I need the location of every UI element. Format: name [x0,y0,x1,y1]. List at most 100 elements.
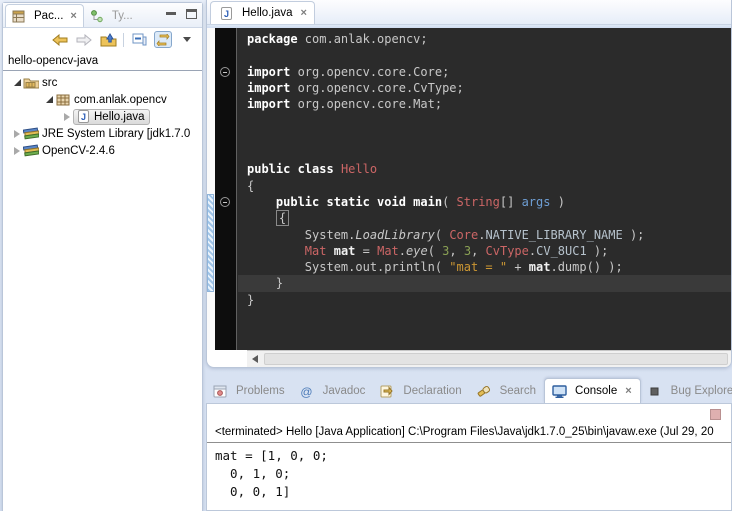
library-icon [23,127,39,141]
code-line-8[interactable] [238,145,731,161]
package-explorer-icon [11,9,27,23]
project-root-label[interactable]: hello-opencv-java [3,51,202,71]
console-status-line: <terminated> Hello [Java Application] C:… [207,426,731,442]
tab-declaration[interactable]: Declaration [373,379,469,403]
editor-tab-hello-java[interactable]: J Hello.java × [210,1,315,24]
close-icon[interactable]: × [301,7,307,19]
tree-item-hello-java[interactable]: J Hello.java [3,108,202,125]
problems-icon [212,384,228,398]
package-icon [55,93,71,107]
search-icon [476,384,492,398]
up-to-folder-icon[interactable] [99,31,117,48]
back-arrow-icon[interactable] [51,31,69,48]
tab-type-hierarchy[interactable]: Ty... [84,5,139,27]
project-tree: src com.anlak.opencv J Hello.java JRE System… [3,71,202,159]
library-icon [23,144,39,158]
collapse-arrow-icon[interactable] [11,79,23,86]
tab-label: Declaration [403,385,461,397]
code-line-5[interactable]: import org.opencv.core.Mat; [238,96,731,112]
code-line-9[interactable]: public class Hello [238,161,731,177]
tab-label: Ty... [112,10,133,22]
code-editor[interactable]: package com.anlak.opencv; import org.ope… [207,28,731,350]
collapse-all-icon[interactable] [130,31,148,48]
declaration-icon [379,384,395,398]
tab-problems[interactable]: Problems [206,379,293,403]
tab-bug-explorer[interactable]: Bug Explorer [641,379,732,403]
tree-item-label: JRE System Library [jdk1.7.0 [42,128,190,140]
javadoc-icon: @ [299,384,315,398]
package-explorer-panel: Pac... × Ty... [2,2,203,511]
code-line-4[interactable]: import org.opencv.core.CvType; [238,80,731,96]
console-output[interactable]: mat = [1, 0, 0; 0, 1, 0; 0, 0, 1] [207,443,731,501]
code-line-2[interactable] [238,47,731,63]
code-line-15[interactable]: System.out.println( "mat = " + mat.dump(… [238,259,731,275]
collapse-arrow-icon[interactable] [43,96,55,103]
tab-console[interactable]: Console × [544,378,641,403]
code-line-16[interactable]: } [238,275,731,291]
tree-item-src[interactable]: src [3,74,202,91]
bottom-view-tabbar: Problems @ Javadoc Declaration Search Console… [206,377,732,403]
tab-search[interactable]: Search [470,379,544,403]
range-indicator [207,194,214,292]
tab-package-explorer[interactable]: Pac... × [5,4,84,27]
close-icon[interactable]: × [70,10,76,22]
code-line-12[interactable]: { [238,210,731,226]
code-line-11[interactable]: public static void main( String[] args ) [238,194,731,210]
code-line-3[interactable]: import org.opencv.core.Core; [238,64,731,80]
tab-label: Pac... [34,10,63,22]
close-icon[interactable]: × [625,385,631,397]
console-body: <terminated> Hello [Java Application] C:… [206,403,732,511]
scrollbar-thumb[interactable] [264,353,728,365]
package-explorer-toolbar [3,28,202,51]
scroll-left-arrow-icon[interactable] [252,355,258,363]
java-file-icon: J [218,6,234,20]
terminate-icon[interactable] [710,409,721,420]
tree-item-jre-system-library-jdk1-7-0[interactable]: JRE System Library [jdk1.7.0 [3,125,202,142]
link-with-editor-icon[interactable] [154,31,172,48]
tab-javadoc[interactable]: @ Javadoc [293,379,374,403]
tree-item-opencv-2-4-6[interactable]: OpenCV-2.4.6 [3,142,202,159]
editor-tab-label: Hello.java [242,7,293,19]
editor-panel: J Hello.java × package com.anlak.opencv;… [206,0,732,368]
tab-label: Javadoc [323,385,366,397]
code-line-10[interactable]: { [238,178,731,194]
selected-item-highlight: J Hello.java [73,109,150,125]
maximize-view-icon[interactable] [186,9,197,19]
horizontal-scrollbar[interactable] [247,350,731,367]
type-hierarchy-icon [89,9,105,23]
fold-collapse-icon[interactable] [220,67,230,77]
code-line-14[interactable]: Mat mat = Mat.eye( 3, 3, CvType.CV_8UC1 … [238,243,731,259]
code-line-17[interactable]: } [238,292,731,308]
tree-item-com-anlak-opencv[interactable]: com.anlak.opencv [3,91,202,108]
source-folder-icon [23,76,39,90]
svg-text:J: J [80,112,85,122]
tree-item-label: Hello.java [94,111,145,123]
fold-collapse-icon[interactable] [220,197,230,207]
code-line-7[interactable] [238,129,731,145]
package-explorer-tabbar: Pac... × Ty... [3,3,202,28]
forward-arrow-icon[interactable] [75,31,93,48]
tree-item-label: OpenCV-2.4.6 [42,145,115,157]
console-view-panel: Problems @ Javadoc Declaration Search Console… [206,377,732,511]
code-line-13[interactable]: System.LoadLibrary( Core.NATIVE_LIBRARY_… [238,227,731,243]
eclipse-window: Pac... × Ty... [0,0,732,511]
expand-arrow-icon[interactable] [11,130,23,138]
code-lines[interactable]: package com.anlak.opencv; import org.ope… [238,28,731,350]
minimize-view-icon[interactable] [166,11,176,15]
tab-label: Search [500,385,536,397]
tab-label: Bug Explorer [671,385,732,397]
editor-gutter[interactable] [215,28,237,350]
expand-arrow-icon[interactable] [61,113,73,121]
bug-square-icon [647,384,663,398]
editor-vertical-ruler[interactable] [207,28,215,350]
view-menu-icon[interactable] [178,31,196,48]
console-toolbar [207,404,731,426]
code-line-1[interactable]: package com.anlak.opencv; [238,31,731,47]
tab-label: Console [575,385,617,397]
editor-tabbar: J Hello.java × [207,0,731,25]
tree-item-label: com.anlak.opencv [74,94,167,106]
expand-arrow-icon[interactable] [11,147,23,155]
console-icon [551,384,567,398]
svg-text:@: @ [300,385,312,398]
code-line-6[interactable] [238,112,731,128]
